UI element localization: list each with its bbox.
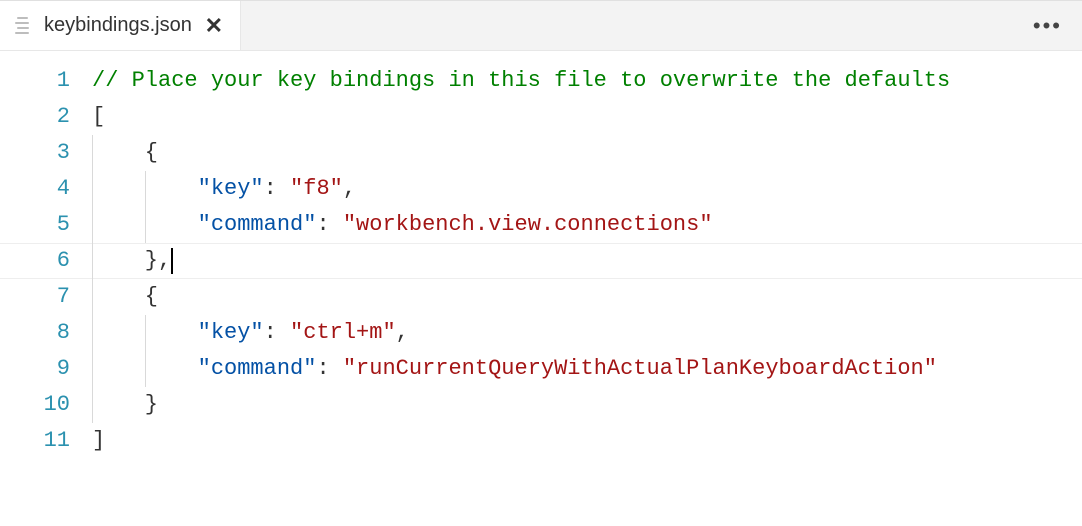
code-line[interactable]: // Place your key bindings in this file …: [92, 63, 1082, 99]
token-punct: :: [264, 176, 290, 201]
indent-guide: [92, 279, 93, 315]
indent-guide: [145, 351, 146, 387]
token-comment: // Place your key bindings in this file …: [92, 68, 950, 93]
token-punct: ,: [343, 176, 356, 201]
code-editor[interactable]: 1234567891011 // Place your key bindings…: [0, 51, 1082, 526]
indent-guide: [92, 387, 93, 423]
indent-guide: [92, 243, 93, 279]
code-line[interactable]: {: [92, 279, 1082, 315]
line-number: 4: [0, 171, 70, 207]
line-number: 10: [0, 387, 70, 423]
token-punct: },: [92, 248, 171, 273]
line-number: 7: [0, 279, 70, 315]
token-prop: "command": [198, 356, 317, 381]
tab-filename: keybindings.json: [44, 14, 192, 37]
token-string: "ctrl+m": [290, 320, 396, 345]
token-string: "runCurrentQueryWithActualPlanKeyboardAc…: [343, 356, 937, 381]
indent-guide: [92, 351, 93, 387]
line-number: 11: [0, 423, 70, 459]
code-line[interactable]: "command": "runCurrentQueryWithActualPla…: [92, 351, 1082, 387]
close-icon[interactable]: ✕: [204, 15, 224, 37]
tab-bar: keybindings.json ✕ •••: [0, 1, 1082, 51]
code-content[interactable]: // Place your key bindings in this file …: [92, 63, 1082, 526]
token-punct: {: [92, 140, 158, 165]
code-line[interactable]: },: [92, 243, 1082, 279]
code-line[interactable]: ]: [92, 423, 1082, 459]
indent-guide: [145, 171, 146, 207]
token-punct: ]: [92, 428, 105, 453]
line-number-gutter: 1234567891011: [0, 63, 92, 526]
line-number: 9: [0, 351, 70, 387]
code-line[interactable]: }: [92, 387, 1082, 423]
text-cursor: [171, 248, 173, 274]
token-prop: "command": [198, 212, 317, 237]
indent-guide: [92, 171, 93, 207]
token-punct: ,: [396, 320, 409, 345]
code-line[interactable]: "command": "workbench.view.connections": [92, 207, 1082, 243]
token-punct: :: [264, 320, 290, 345]
token-prop: "key": [198, 176, 264, 201]
code-line[interactable]: {: [92, 135, 1082, 171]
indent-guide: [145, 315, 146, 351]
code-line[interactable]: "key": "ctrl+m",: [92, 315, 1082, 351]
token-punct: [: [92, 104, 105, 129]
token-prop: "key": [198, 320, 264, 345]
editor-tab[interactable]: keybindings.json ✕: [0, 1, 241, 50]
code-line[interactable]: "key": "f8",: [92, 171, 1082, 207]
token-punct: {: [92, 284, 158, 309]
token-punct: :: [316, 356, 342, 381]
file-icon: [14, 17, 32, 35]
token-punct: }: [92, 392, 158, 417]
code-line[interactable]: [: [92, 99, 1082, 135]
token-punct: :: [316, 212, 342, 237]
line-number: 2: [0, 99, 70, 135]
indent-guide: [145, 207, 146, 243]
indent-guide: [92, 315, 93, 351]
token-string: "workbench.view.connections": [343, 212, 713, 237]
token-string: "f8": [290, 176, 343, 201]
indent-guide: [92, 207, 93, 243]
line-number: 3: [0, 135, 70, 171]
line-number: 8: [0, 315, 70, 351]
line-number: 1: [0, 63, 70, 99]
line-number: 5: [0, 207, 70, 243]
indent-guide: [92, 135, 93, 171]
overflow-menu-button[interactable]: •••: [1013, 13, 1082, 39]
line-number: 6: [0, 243, 70, 279]
